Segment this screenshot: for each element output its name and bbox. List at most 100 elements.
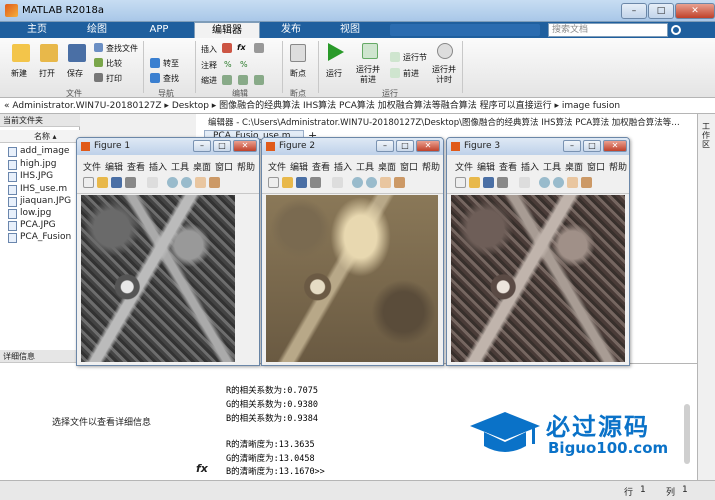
percent-2-button[interactable]: % — [240, 60, 248, 69]
advance-button[interactable]: 前进 — [403, 68, 419, 79]
workspace-sidebar[interactable]: 工作区 — [697, 114, 715, 480]
save-icon[interactable] — [296, 177, 307, 188]
pointer-icon[interactable] — [519, 177, 530, 188]
run-advance-button[interactable]: 运行并 前进 — [356, 65, 380, 85]
print-icon[interactable] — [94, 73, 103, 82]
tab-editor[interactable]: 编辑器 — [194, 22, 260, 38]
menu-window[interactable]: 窗口 — [587, 160, 605, 173]
indent-button[interactable]: 缩进 — [201, 75, 217, 86]
zoom-out-icon[interactable] — [181, 177, 192, 188]
tab-plots[interactable]: 绘图 — [70, 22, 124, 38]
run-time-button[interactable]: 运行并 计时 — [432, 65, 456, 85]
save-icon[interactable] — [68, 44, 86, 62]
new-figure-icon[interactable] — [455, 177, 466, 188]
new-icon[interactable] — [12, 44, 30, 62]
open-icon[interactable] — [282, 177, 293, 188]
figure-minimize-button[interactable]: – — [376, 140, 394, 152]
compare-icon[interactable] — [94, 58, 103, 67]
figure-close-button[interactable]: ✕ — [233, 140, 257, 152]
menu-view[interactable]: 查看 — [499, 160, 517, 173]
indent-icon[interactable] — [222, 75, 232, 85]
command-scrollbar[interactable] — [684, 404, 690, 464]
insert-function-button[interactable]: fx — [237, 43, 246, 52]
tab-publish[interactable]: 发布 — [264, 22, 318, 38]
open-icon[interactable] — [40, 44, 58, 62]
menu-view[interactable]: 查看 — [127, 160, 145, 173]
new-button[interactable]: 新建 — [11, 68, 27, 79]
file-item[interactable]: IHS.JPG — [8, 171, 53, 182]
menu-file[interactable]: 文件 — [268, 160, 286, 173]
menu-tools[interactable]: 工具 — [356, 160, 374, 173]
print-icon[interactable] — [125, 177, 136, 188]
menu-edit[interactable]: 编辑 — [477, 160, 495, 173]
breakpoints-icon[interactable] — [290, 44, 306, 62]
figure-minimize-button[interactable]: – — [193, 140, 211, 152]
compare-button[interactable]: 比较 — [106, 58, 122, 69]
open-button[interactable]: 打开 — [39, 68, 55, 79]
smart-indent-icon[interactable] — [254, 75, 264, 85]
find-file-icon[interactable] — [94, 43, 103, 52]
print-icon[interactable] — [497, 177, 508, 188]
file-item[interactable]: PCA_Fusion — [8, 232, 71, 243]
maximize-button[interactable]: □ — [648, 3, 674, 19]
data-cursor-icon[interactable] — [209, 177, 220, 188]
insert-icon[interactable] — [222, 43, 232, 53]
menu-desktop[interactable]: 桌面 — [565, 160, 583, 173]
outdent-icon[interactable] — [238, 75, 248, 85]
file-item[interactable]: add_image — [8, 146, 69, 157]
tab-home[interactable]: 主页 — [12, 22, 62, 38]
zoom-in-icon[interactable] — [539, 177, 550, 188]
open-icon[interactable] — [469, 177, 480, 188]
pointer-icon[interactable] — [147, 177, 158, 188]
menu-file[interactable]: 文件 — [455, 160, 473, 173]
menu-desktop[interactable]: 桌面 — [193, 160, 211, 173]
menu-edit[interactable]: 编辑 — [105, 160, 123, 173]
file-item[interactable]: IHS_use.m — [8, 184, 67, 195]
tab-apps[interactable]: APP — [132, 22, 186, 38]
menu-tools[interactable]: 工具 — [171, 160, 189, 173]
print-button[interactable]: 打印 — [106, 73, 122, 84]
menu-window[interactable]: 窗口 — [215, 160, 233, 173]
data-cursor-icon[interactable] — [394, 177, 405, 188]
run-section-button[interactable]: 运行节 — [403, 52, 427, 63]
figure-1-window[interactable]: Figure 1 – □ ✕ 文件 编辑 查看 插入 工具 桌面 窗口 帮助 — [76, 137, 260, 366]
run-time-icon[interactable] — [437, 43, 453, 59]
zoom-in-icon[interactable] — [167, 177, 178, 188]
figure-maximize-button[interactable]: □ — [213, 140, 231, 152]
save-button[interactable]: 保存 — [67, 68, 83, 79]
menu-edit[interactable]: 编辑 — [290, 160, 308, 173]
menu-insert[interactable]: 插入 — [149, 160, 167, 173]
figure-3-window[interactable]: Figure 3 – □ ✕ 文件 编辑 查看 插入 工具 桌面 窗口 帮助 — [446, 137, 630, 366]
file-item[interactable]: jiaquan.JPG — [8, 196, 71, 207]
address-bar[interactable]: « Administrator.WIN7U-20180127Z ▸ Deskto… — [0, 98, 715, 114]
menu-window[interactable]: 窗口 — [400, 160, 418, 173]
zoom-out-icon[interactable] — [366, 177, 377, 188]
figure-maximize-button[interactable]: □ — [583, 140, 601, 152]
save-icon[interactable] — [483, 177, 494, 188]
menu-insert[interactable]: 插入 — [521, 160, 539, 173]
find-button[interactable]: 查找 — [163, 73, 179, 84]
menu-view[interactable]: 查看 — [312, 160, 330, 173]
figure-close-button[interactable]: ✕ — [603, 140, 627, 152]
zoom-in-icon[interactable] — [352, 177, 363, 188]
goto-icon[interactable] — [150, 58, 160, 68]
comment-button[interactable]: 注释 — [201, 60, 217, 71]
workspace-label[interactable]: 工作区 — [702, 122, 712, 149]
find-icon[interactable] — [150, 73, 160, 83]
figure-minimize-button[interactable]: – — [563, 140, 581, 152]
percent-button[interactable]: % — [224, 60, 232, 69]
run-icon[interactable] — [328, 43, 344, 61]
menu-file[interactable]: 文件 — [83, 160, 101, 173]
menu-tools[interactable]: 工具 — [543, 160, 561, 173]
file-item[interactable]: high.jpg — [8, 159, 56, 170]
menu-help[interactable]: 帮助 — [237, 160, 255, 173]
address-path[interactable]: « Administrator.WIN7U-20180127Z ▸ Deskto… — [4, 101, 620, 111]
open-icon[interactable] — [97, 177, 108, 188]
zoom-out-icon[interactable] — [553, 177, 564, 188]
data-cursor-icon[interactable] — [581, 177, 592, 188]
search-icon[interactable] — [671, 25, 681, 35]
find-file-button[interactable]: 查找文件 — [106, 43, 138, 54]
pan-icon[interactable] — [195, 177, 206, 188]
advance-icon[interactable] — [390, 68, 400, 78]
run-button[interactable]: 运行 — [326, 68, 342, 79]
